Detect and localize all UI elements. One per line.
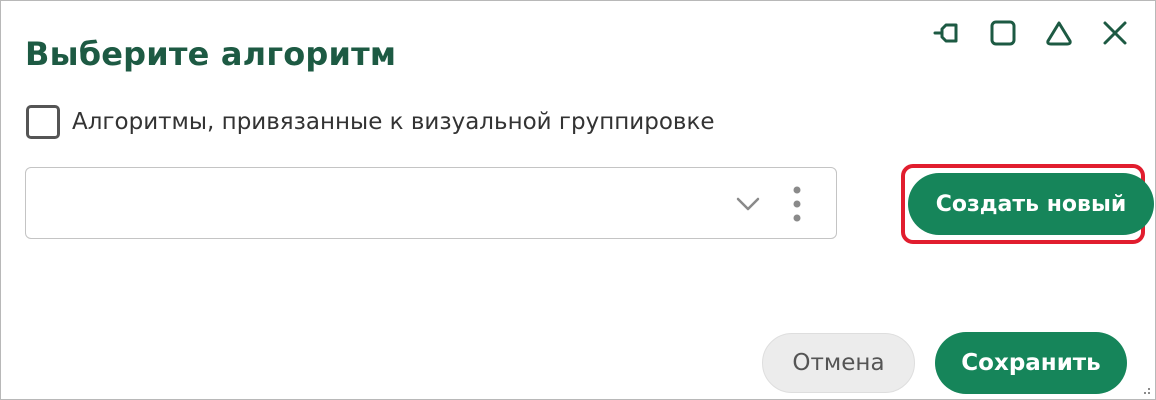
window-controls bbox=[933, 19, 1129, 47]
maximize-icon bbox=[990, 20, 1016, 46]
chevron-down-icon[interactable] bbox=[734, 190, 762, 218]
collapse-icon bbox=[1046, 21, 1072, 46]
dock-button[interactable] bbox=[933, 19, 961, 47]
cancel-button[interactable]: Отмена bbox=[762, 333, 915, 393]
visual-grouping-checkbox[interactable] bbox=[26, 105, 60, 139]
dialog-title: Выберите алгоритм bbox=[25, 35, 397, 73]
save-button[interactable]: Сохранить bbox=[935, 332, 1127, 394]
create-new-button[interactable]: Создать новый bbox=[908, 173, 1154, 235]
algorithm-select[interactable] bbox=[25, 167, 837, 239]
more-options-icon[interactable] bbox=[788, 184, 806, 224]
maximize-button[interactable] bbox=[989, 19, 1017, 47]
visual-grouping-checkbox-label[interactable]: Алгоритмы, привязанные к визуальной груп… bbox=[72, 109, 715, 135]
close-icon bbox=[1103, 21, 1127, 45]
visual-grouping-checkbox-row: Алгоритмы, привязанные к визуальной груп… bbox=[26, 105, 715, 139]
dock-icon bbox=[933, 23, 958, 43]
algorithm-dialog: Выберите алгоритм Алгоритмы, привязанные… bbox=[0, 0, 1156, 400]
resize-grip-icon[interactable] bbox=[1141, 385, 1151, 395]
collapse-button[interactable] bbox=[1045, 19, 1073, 47]
close-button[interactable] bbox=[1101, 19, 1129, 47]
